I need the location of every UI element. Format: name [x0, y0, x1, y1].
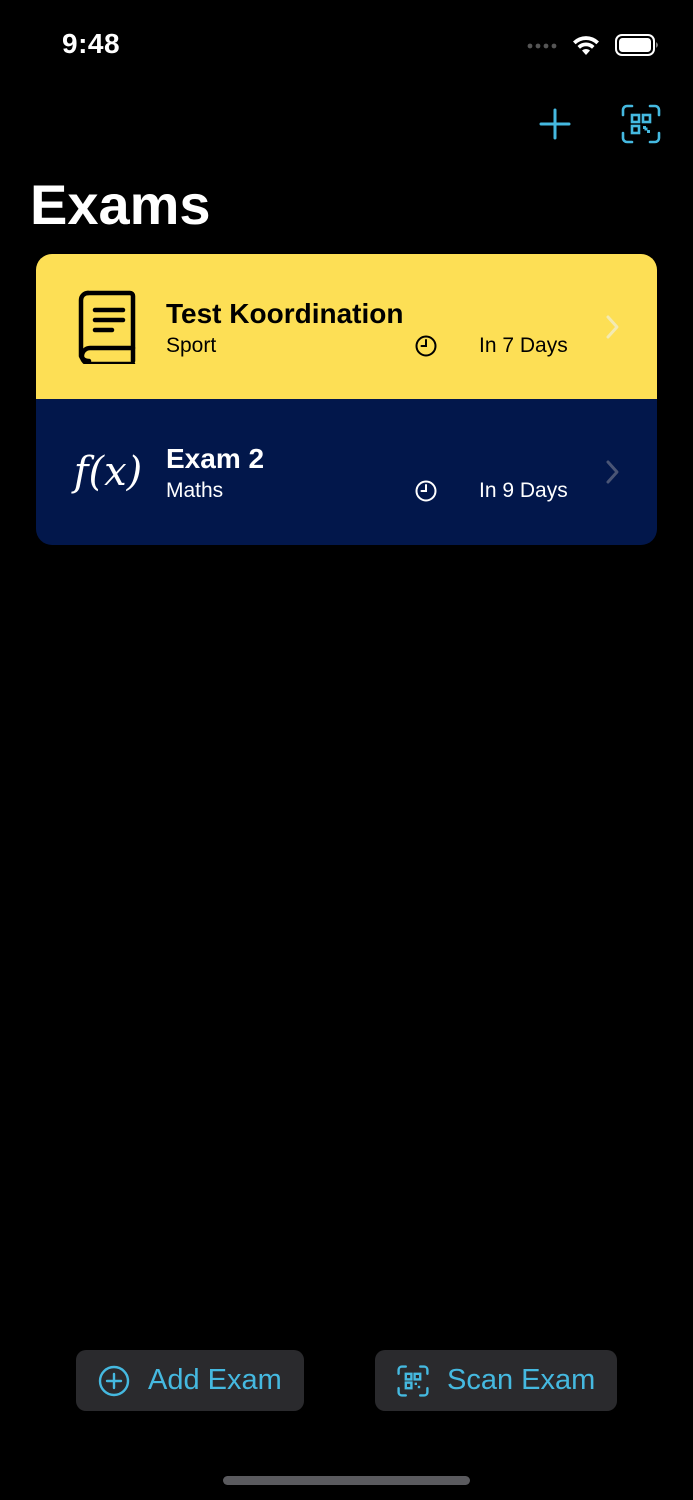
exam-due: In 7 Days [479, 334, 568, 357]
book-icon [76, 290, 138, 364]
add-exam-button[interactable]: Add Exam [76, 1350, 304, 1411]
clock-icon [415, 335, 437, 357]
status-indicators [527, 30, 659, 60]
plus-circle-icon [98, 1365, 130, 1396]
chevron-right-icon [606, 460, 619, 484]
scan-exam-nav-button[interactable] [619, 102, 663, 146]
scan-exam-button[interactable]: Scan Exam [375, 1350, 617, 1411]
exam-row[interactable]: Test Koordination Sport In 7 Days [36, 254, 657, 399]
clock-icon [415, 480, 437, 502]
qr-scan-icon [397, 1364, 429, 1397]
home-indicator[interactable] [223, 1476, 470, 1485]
exam-list: Test Koordination Sport In 7 Days f(x) E… [36, 254, 657, 545]
plus-icon [539, 108, 571, 140]
exam-subject: Sport [166, 334, 217, 357]
exam-title: Test Koordination [166, 298, 404, 329]
page-title: Exams [30, 173, 211, 236]
exam-subject: Maths [166, 479, 224, 502]
status-time: 9:48 [62, 28, 121, 59]
add-exam-label: Add Exam [148, 1364, 282, 1396]
cellular-signal-icon [527, 43, 557, 49]
exam-title: Exam 2 [166, 443, 265, 474]
wifi-icon [573, 36, 599, 55]
function-icon: f(x) [70, 435, 146, 509]
function-icon-glyph: f(x) [73, 449, 143, 495]
qr-scan-icon [621, 104, 661, 144]
exam-row[interactable]: f(x) Exam 2 Maths In 9 Days [36, 399, 657, 545]
add-exam-nav-button[interactable] [533, 102, 577, 146]
scan-exam-label: Scan Exam [447, 1364, 596, 1396]
battery-icon [615, 34, 658, 56]
chevron-right-icon [606, 315, 619, 339]
exam-due: In 9 Days [479, 479, 568, 502]
